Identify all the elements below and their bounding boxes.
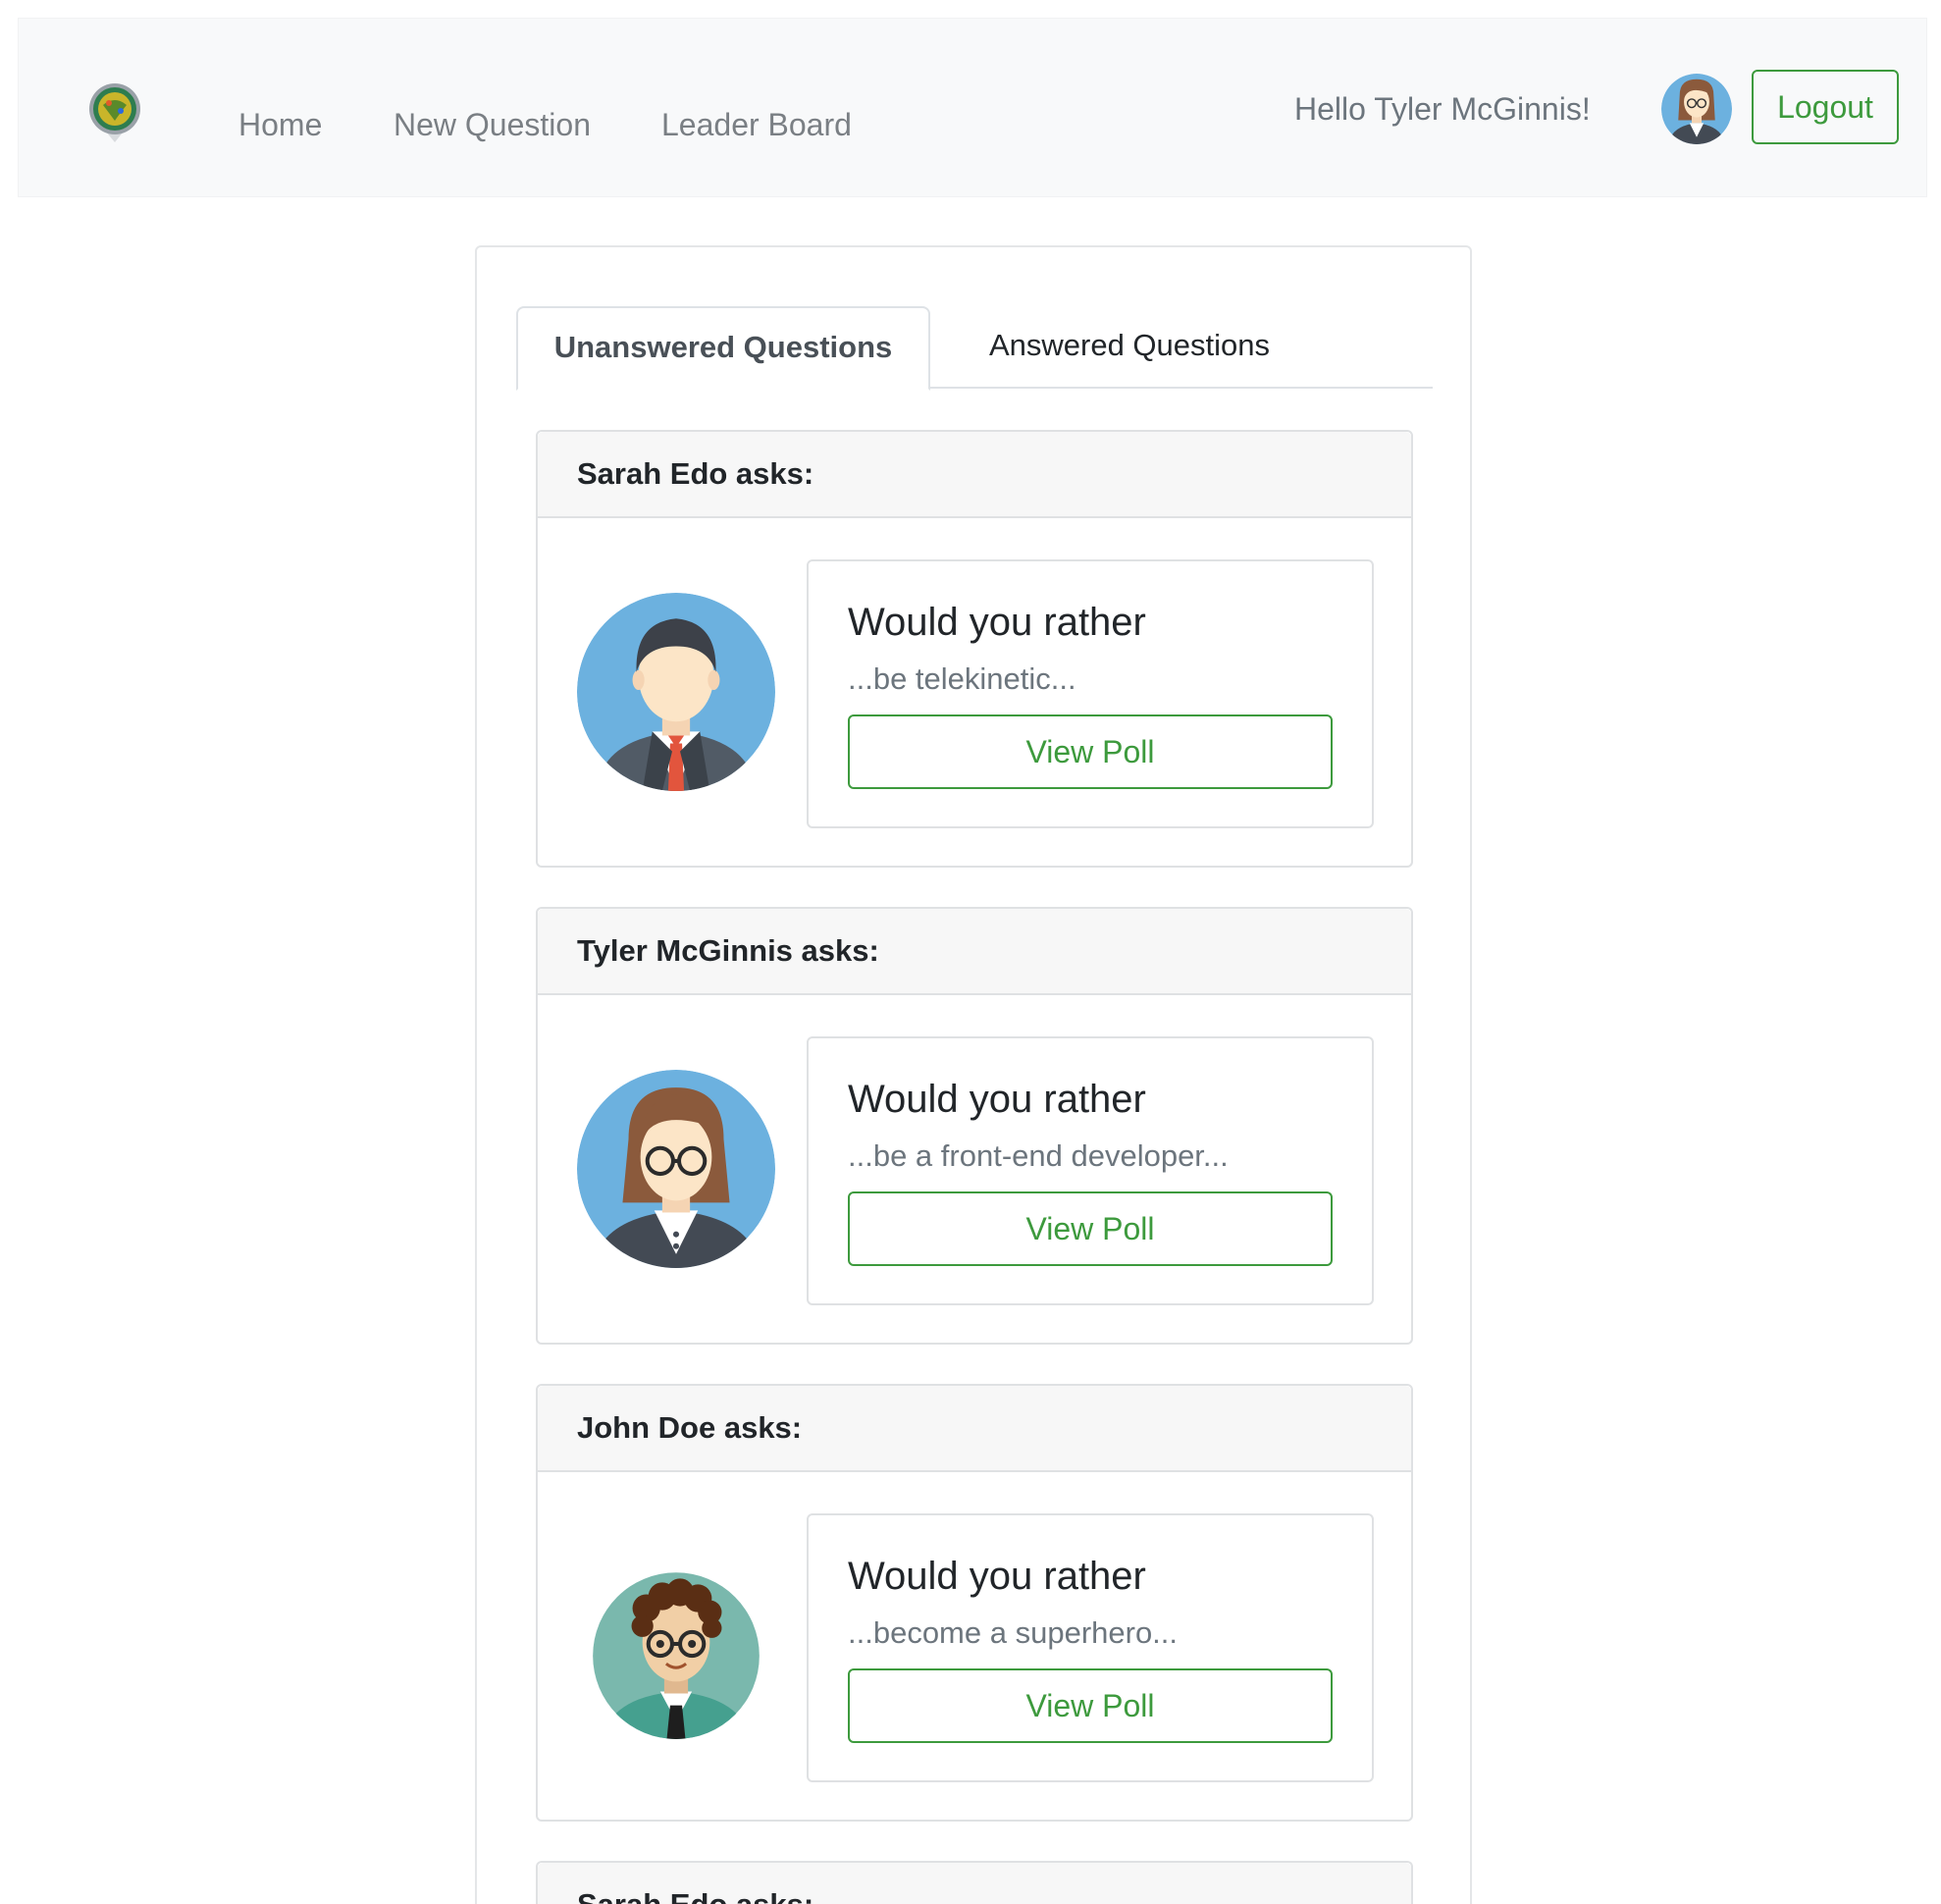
curly-man-avatar-icon (593, 1572, 760, 1739)
question-teaser: ...be a front-end developer... (848, 1138, 1229, 1173)
question-title: Would you rather (848, 1078, 1146, 1121)
view-poll-button[interactable]: View Poll (848, 714, 1333, 789)
question-title: Would you rather (848, 1555, 1146, 1598)
question-teaser: ...become a superhero... (848, 1615, 1179, 1650)
question-author-header: John Doe asks: (538, 1386, 1411, 1472)
question-author-header: Tyler McGinnis asks: (538, 909, 1411, 995)
tab-answered-questions[interactable]: Answered Questions (932, 306, 1327, 389)
nav-leader-board-link[interactable]: Leader Board (661, 107, 852, 143)
tab-unanswered-questions[interactable]: Unanswered Questions (516, 306, 930, 391)
question-author-header: Sarah Edo asks: (538, 1863, 1411, 1904)
app-logo-icon[interactable] (85, 79, 144, 144)
question-preview: Would you rather ...become a superhero..… (807, 1513, 1374, 1782)
question-tabs: Unanswered Questions Answered Questions (516, 306, 1433, 391)
question-preview: Would you rather ...be telekinetic... Vi… (807, 559, 1374, 828)
user-greeting: Hello Tyler McGinnis! (1294, 91, 1591, 127)
view-poll-button[interactable]: View Poll (848, 1191, 1333, 1266)
nav-new-question-link[interactable]: New Question (393, 107, 591, 143)
question-card: Tyler McGinnis asks: Would you rather ..… (536, 907, 1413, 1345)
question-title: Would you rather (848, 601, 1146, 644)
question-card: Sarah Edo asks: Would you rather ...be t… (536, 430, 1413, 868)
question-author-header: Sarah Edo asks: (538, 432, 1411, 518)
nav-home-link[interactable]: Home (238, 107, 322, 143)
navbar: Home New Question Leader Board Hello Tyl… (18, 18, 1927, 197)
man-avatar-icon (577, 593, 775, 791)
logout-button[interactable]: Logout (1752, 70, 1899, 144)
questions-panel: Unanswered Questions Answered Questions … (475, 245, 1472, 1904)
question-preview: Would you rather ...be a front-end devel… (807, 1036, 1374, 1305)
question-card: Sarah Edo asks: (536, 1861, 1413, 1904)
user-avatar-icon[interactable] (1661, 74, 1732, 144)
question-teaser: ...be telekinetic... (848, 661, 1076, 696)
woman-avatar-icon (577, 1070, 775, 1268)
view-poll-button[interactable]: View Poll (848, 1668, 1333, 1743)
question-card: John Doe asks: Would you rather ...becom… (536, 1384, 1413, 1822)
